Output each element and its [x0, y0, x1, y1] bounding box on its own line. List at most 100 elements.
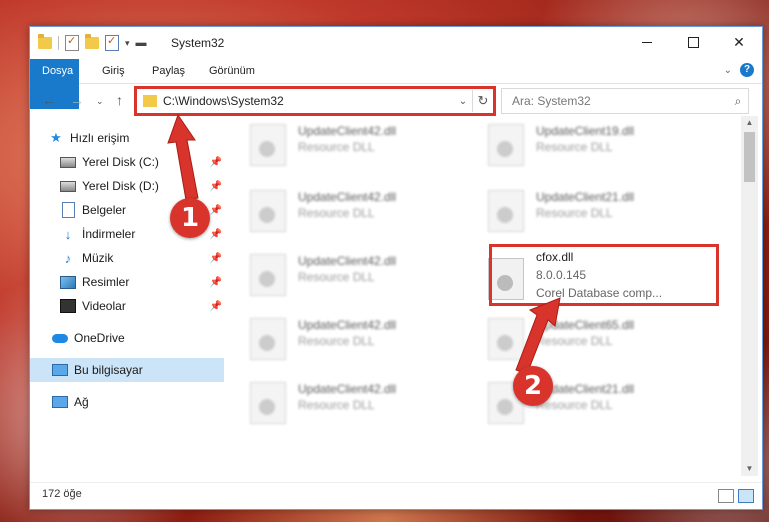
file-name: UpdateClient42.dll	[298, 318, 397, 332]
search-box[interactable]: Ara: System32 ⌕	[501, 88, 749, 114]
pin-icon[interactable]: 📌	[210, 229, 222, 240]
file-item[interactable]: UpdateClient42.dll Resource DLL	[226, 182, 454, 232]
file-version: 8.0.0.145	[536, 268, 587, 282]
ribbon-tabs: Dosya Giriş Paylaş Görünüm ⌄ ?	[30, 59, 762, 109]
file-item[interactable]: UpdateClient65.dll Resource DLL	[464, 310, 692, 360]
navigation-pane: ★ Hızlı erişim Yerel Disk (C:) 📌 Yerel D…	[30, 122, 224, 476]
sidebar-item-local-disk-d[interactable]: Yerel Disk (D:) 📌	[30, 174, 224, 198]
sidebar-item-label: Müzik	[82, 251, 114, 265]
sidebar-item-videos[interactable]: Videolar 📌	[30, 294, 224, 318]
sidebar-item-local-disk-c[interactable]: Yerel Disk (C:) 📌	[30, 150, 224, 174]
vertical-scrollbar[interactable]: ▲ ▼	[741, 116, 758, 476]
file-item[interactable]: UpdateClient42.dll Resource DLL	[226, 374, 454, 424]
dll-file-icon	[250, 190, 286, 232]
file-name: UpdateClient19.dll	[536, 124, 635, 138]
recent-locations-icon[interactable]: ⌄	[96, 96, 104, 107]
tab-share[interactable]: Paylaş	[142, 59, 195, 83]
close-icon: ✕	[733, 33, 745, 50]
refresh-icon[interactable]: ↻	[472, 90, 493, 112]
document-icon	[60, 202, 76, 218]
sidebar-item-onedrive[interactable]: OneDrive	[30, 326, 224, 350]
sidebar-item-label: Bu bilgisayar	[74, 363, 143, 377]
properties-icon[interactable]	[65, 34, 79, 51]
file-item[interactable]: UpdateClient19.dll Resource DLL	[464, 116, 692, 166]
sidebar-item-this-pc[interactable]: Bu bilgisayar	[30, 358, 224, 382]
back-arrow-icon[interactable]: ←	[42, 92, 56, 108]
pin-icon[interactable]: 📌	[210, 181, 222, 192]
sidebar-item-label: İndirmeler	[82, 227, 136, 241]
tab-view[interactable]: Görünüm	[199, 59, 265, 83]
file-name: UpdateClient42.dll	[298, 190, 397, 204]
file-description: Resource DLL	[298, 334, 375, 348]
sidebar-item-quick-access[interactable]: ★ Hızlı erişim	[30, 126, 224, 150]
pin-icon[interactable]: 📌	[210, 205, 222, 216]
minimize-icon	[642, 41, 652, 43]
search-icon[interactable]: ⌕	[728, 94, 748, 109]
file-item[interactable]: UpdateClient42.dll Resource DLL	[226, 310, 454, 360]
file-item-cfox[interactable]: cfox.dll 8.0.0.145 Corel Database comp..…	[464, 246, 692, 306]
tiles-view-icon[interactable]	[738, 489, 754, 503]
file-name: UpdateClient42.dll	[298, 382, 397, 396]
status-bar: 172 öğe	[30, 482, 762, 507]
up-arrow-icon[interactable]: ↑	[116, 92, 123, 108]
tab-home[interactable]: Giriş	[92, 59, 135, 83]
pin-icon[interactable]: 📌	[210, 157, 222, 168]
maximize-button[interactable]	[670, 27, 716, 57]
pin-icon[interactable]: 📌	[210, 301, 222, 312]
scroll-up-icon[interactable]: ▲	[741, 116, 758, 130]
file-description: Resource DLL	[536, 206, 613, 220]
file-description: Resource DLL	[298, 398, 375, 412]
search-input[interactable]: Ara: System32	[512, 94, 728, 108]
file-name: cfox.dll	[536, 250, 574, 264]
details-view-icon[interactable]	[718, 489, 734, 503]
sidebar-item-label: OneDrive	[74, 331, 125, 345]
customize-view-icon[interactable]	[105, 34, 119, 51]
item-count: 172 öğe	[42, 488, 82, 500]
address-bar[interactable]: C:\Windows\System32 ⌄ ↻	[136, 88, 494, 114]
dll-file-icon	[250, 318, 286, 360]
cloud-icon	[52, 330, 68, 346]
window-title: System32	[171, 36, 225, 50]
navigation-bar: ← → ⌄ ↑ C:\Windows\System32 ⌄ ↻ Ara: Sys…	[30, 84, 762, 116]
file-item[interactable]: UpdateClient21.dll Resource DLL	[464, 182, 692, 232]
title-bar: ▾ ▬ System32 ✕	[30, 27, 762, 59]
address-path[interactable]: C:\Windows\System32	[163, 94, 453, 108]
ribbon-controls: ⌄ ?	[724, 63, 754, 77]
new-folder-icon[interactable]	[85, 34, 99, 49]
forward-arrow-icon[interactable]: →	[70, 92, 84, 108]
dll-file-icon	[250, 124, 286, 166]
file-description: Resource DLL	[298, 270, 375, 284]
video-icon	[60, 298, 76, 314]
pin-icon[interactable]: 📌	[210, 277, 222, 288]
scroll-down-icon[interactable]: ▼	[741, 462, 758, 476]
file-description: Resource DLL	[536, 140, 613, 154]
dll-file-icon	[250, 254, 286, 296]
music-icon: ♪	[64, 250, 72, 266]
file-description: Corel Database comp...	[536, 286, 663, 300]
customize-toolbar-icon[interactable]: ▬	[136, 37, 147, 49]
sidebar-item-label: Ağ	[74, 395, 89, 409]
toolbar-separator	[58, 36, 59, 50]
sidebar-item-label: Videolar	[82, 299, 126, 313]
file-item[interactable]: UpdateClient42.dll Resource DLL	[226, 116, 454, 166]
file-name: UpdateClient42.dll	[298, 254, 397, 268]
file-description: Resource DLL	[536, 398, 613, 412]
pin-icon[interactable]: 📌	[210, 253, 222, 264]
sidebar-item-network[interactable]: Ağ	[30, 390, 224, 414]
dll-file-icon	[488, 318, 524, 360]
sidebar-item-music[interactable]: ♪ Müzik 📌	[30, 246, 224, 270]
minimize-button[interactable]	[624, 27, 670, 57]
chevron-down-icon[interactable]: ▾	[125, 38, 130, 49]
close-button[interactable]: ✕	[716, 27, 762, 57]
file-item[interactable]: UpdateClient42.dll Resource DLL	[226, 246, 454, 296]
download-icon: ↓	[64, 226, 72, 242]
dll-file-icon	[488, 258, 524, 300]
sidebar-item-pictures[interactable]: Resimler 📌	[30, 270, 224, 294]
scrollbar-thumb[interactable]	[744, 132, 755, 182]
file-item[interactable]: UpdateClient21.dll Resource DLL	[464, 374, 692, 424]
chevron-down-icon[interactable]: ⌄	[453, 96, 472, 107]
dll-file-icon	[488, 190, 524, 232]
help-icon[interactable]: ?	[740, 63, 754, 77]
expand-ribbon-icon[interactable]: ⌄	[724, 65, 732, 76]
star-icon: ★	[50, 130, 62, 145]
